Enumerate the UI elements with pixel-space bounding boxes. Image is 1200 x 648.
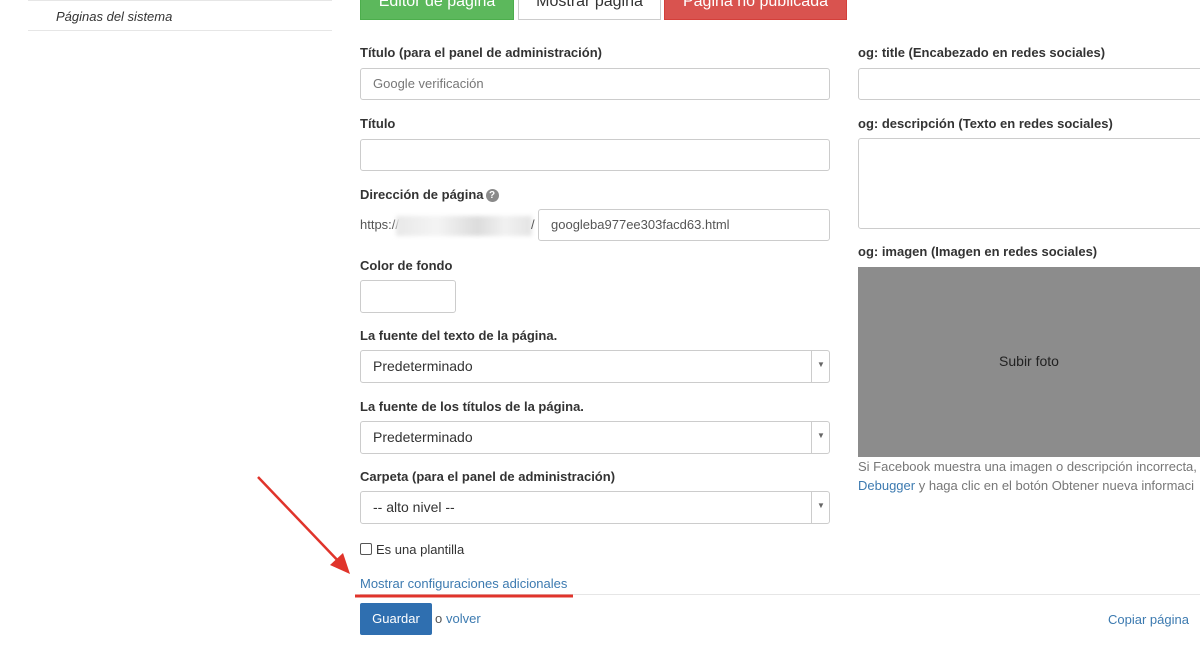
annotation-overlay — [257, 476, 573, 598]
annotation-arrow-line — [257, 476, 344, 567]
